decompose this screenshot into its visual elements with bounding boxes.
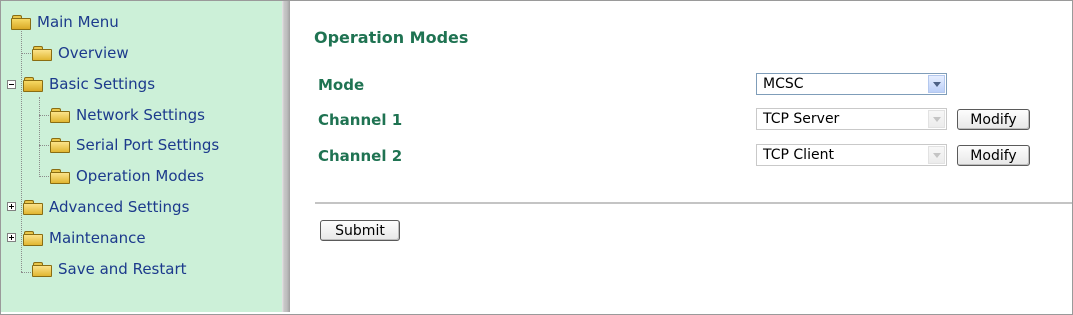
sidebar-item-advanced-settings[interactable]: Advanced Settings [23, 194, 189, 220]
page-title: Operation Modes [314, 28, 469, 47]
tree-line [21, 53, 31, 54]
sidebar-item-maintenance[interactable]: Maintenance [23, 225, 146, 251]
tree-line [39, 97, 40, 177]
sidebar-item-basic-settings[interactable]: Basic Settings [23, 71, 155, 97]
submit-button[interactable]: Submit [320, 220, 400, 241]
sidebar-item-label: Network Settings [76, 106, 205, 124]
sidebar-item-operation-modes[interactable]: Operation Modes [50, 163, 204, 189]
section-divider [315, 202, 1072, 204]
channel-2-select-value: TCP Client [763, 147, 834, 163]
sidebar-item-label: Basic Settings [49, 75, 156, 93]
tree-line [39, 115, 49, 116]
sidebar-item-label: Main Menu [37, 13, 119, 31]
sidebar-item-main-menu[interactable]: Main Menu [11, 9, 119, 35]
tree-line [21, 272, 31, 273]
tree-line [39, 145, 49, 146]
collapse-basic-settings-icon[interactable] [7, 80, 16, 89]
mode-select-value: MCSC [763, 76, 804, 92]
channel-1-label: Channel 1 [318, 111, 403, 129]
sidebar-item-label: Serial Port Settings [76, 136, 220, 154]
sidebar-item-label: Operation Modes [76, 167, 205, 185]
sidebar-item-network-settings[interactable]: Network Settings [50, 102, 205, 128]
channel-1-modify-button[interactable]: Modify [957, 109, 1030, 130]
folder-icon [32, 46, 52, 61]
sidebar-item-label: Maintenance [49, 229, 146, 247]
folder-icon [50, 169, 70, 184]
folder-icon [50, 138, 70, 153]
sidebar-tree-menu: Main Menu Overview Basic Settings Networ… [1, 1, 282, 312]
channel-2-modify-button[interactable]: Modify [957, 145, 1030, 166]
frame-divider[interactable] [282, 1, 290, 312]
expand-advanced-settings-icon[interactable] [7, 202, 16, 211]
folder-icon [50, 108, 70, 123]
channel-1-select: TCP Server [756, 108, 947, 130]
sidebar-item-label: Save and Restart [58, 260, 187, 278]
chevron-down-icon[interactable] [928, 75, 945, 93]
open-folder-icon [11, 15, 31, 30]
main-content: Operation Modes Mode MCSC Channel 1 TCP … [290, 1, 1072, 314]
mode-label: Mode [318, 76, 365, 94]
chevron-down-icon [928, 146, 945, 164]
sidebar-item-label: Overview [58, 44, 129, 62]
mode-select[interactable]: MCSC [756, 73, 947, 95]
folder-icon [23, 200, 43, 215]
chevron-down-icon [928, 110, 945, 128]
folder-icon [23, 231, 43, 246]
expand-maintenance-icon[interactable] [7, 233, 16, 242]
open-folder-icon [23, 77, 43, 92]
channel-2-select: TCP Client [756, 144, 947, 166]
tree-line [39, 176, 49, 177]
tree-line [21, 22, 22, 272]
channel-1-select-value: TCP Server [763, 111, 840, 127]
channel-2-label: Channel 2 [318, 147, 403, 165]
sidebar-item-save-and-restart[interactable]: Save and Restart [32, 256, 187, 282]
folder-icon [32, 262, 52, 277]
sidebar-item-overview[interactable]: Overview [32, 40, 129, 66]
sidebar-item-serial-port-settings[interactable]: Serial Port Settings [50, 132, 219, 158]
sidebar-item-label: Advanced Settings [49, 198, 190, 216]
